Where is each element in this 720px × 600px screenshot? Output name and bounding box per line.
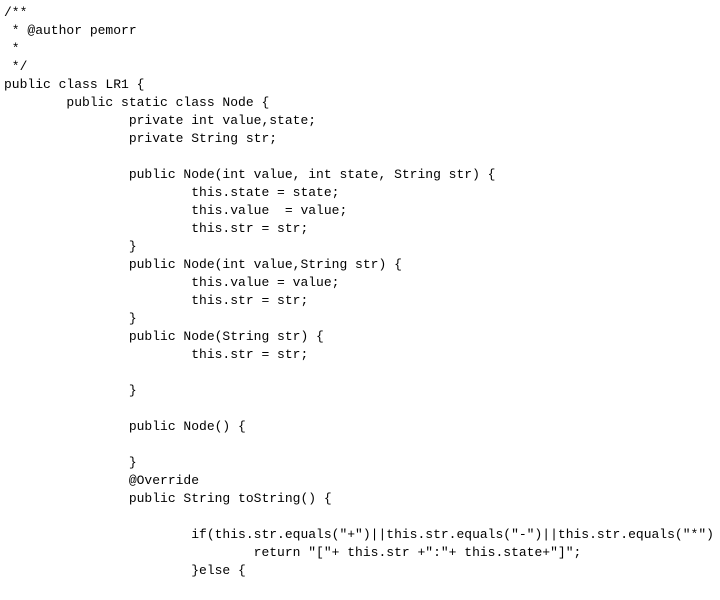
java-source-code: /** * @author pemorr * */ public class L… [0,0,720,600]
